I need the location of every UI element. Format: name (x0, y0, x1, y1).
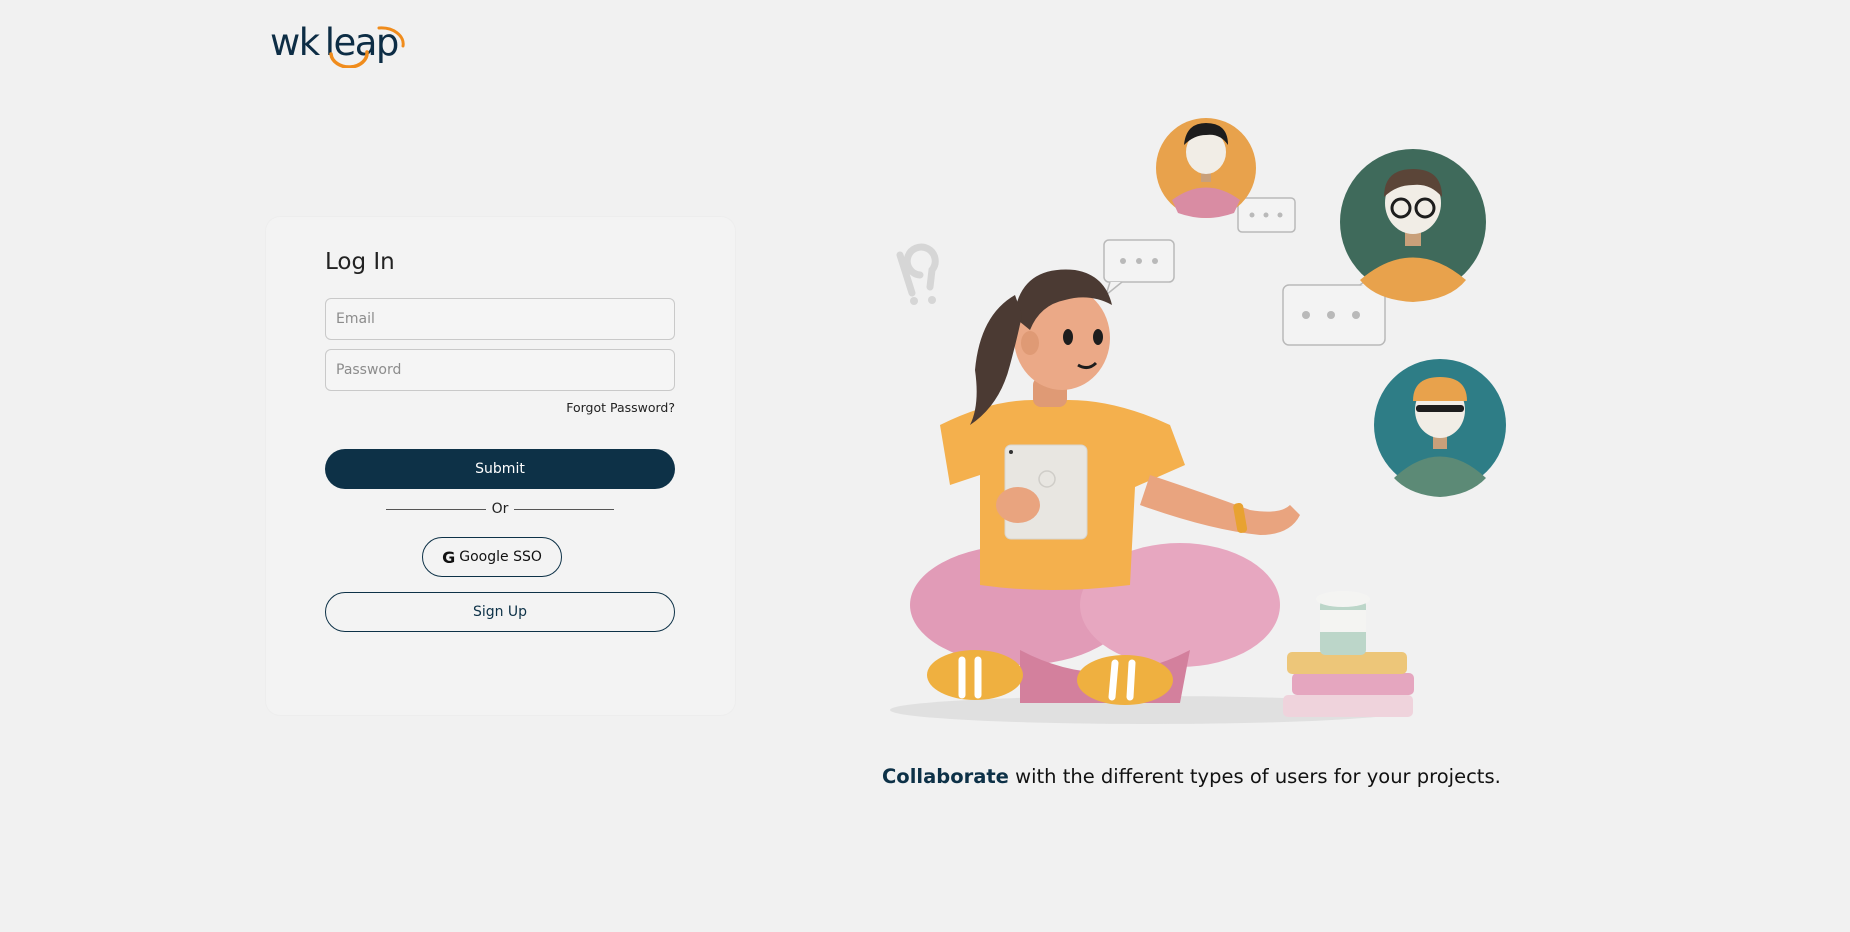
tagline: Collaborate with the different types of … (882, 765, 1562, 788)
google-icon: G (442, 547, 456, 567)
or-divider: Or (386, 499, 614, 519)
email-field[interactable] (325, 298, 675, 340)
google-sso-button[interactable]: G Google SSO (422, 537, 562, 577)
tagline-highlight: Collaborate (882, 765, 1009, 788)
collaboration-illustration (850, 105, 1530, 745)
divider-line-right (514, 508, 614, 510)
submit-button[interactable]: Submit (325, 449, 675, 489)
password-field[interactable] (325, 349, 675, 391)
login-title: Log In (325, 249, 395, 275)
question-mark-icon (896, 243, 939, 297)
person-figure (910, 269, 1300, 705)
illustration-graphic (890, 118, 1506, 724)
user-avatar-icon (1374, 359, 1506, 497)
forgot-password-link[interactable]: Forgot Password? (566, 400, 675, 415)
user-avatar-icon (1340, 149, 1486, 302)
brand-logo: wk leap (268, 20, 408, 68)
books-and-cup-icon (1283, 591, 1414, 717)
login-card: Log In Forgot Password? Submit Or G Goog… (266, 217, 735, 715)
user-avatar-icon (1156, 118, 1256, 218)
divider-label: Or (491, 501, 509, 517)
tagline-rest: with the different types of users for yo… (1008, 765, 1501, 788)
google-sso-label: Google SSO (459, 549, 542, 565)
divider-line-left (386, 508, 486, 510)
logo-swoosh-icon (329, 26, 405, 68)
sign-up-button[interactable]: Sign Up (325, 592, 675, 632)
